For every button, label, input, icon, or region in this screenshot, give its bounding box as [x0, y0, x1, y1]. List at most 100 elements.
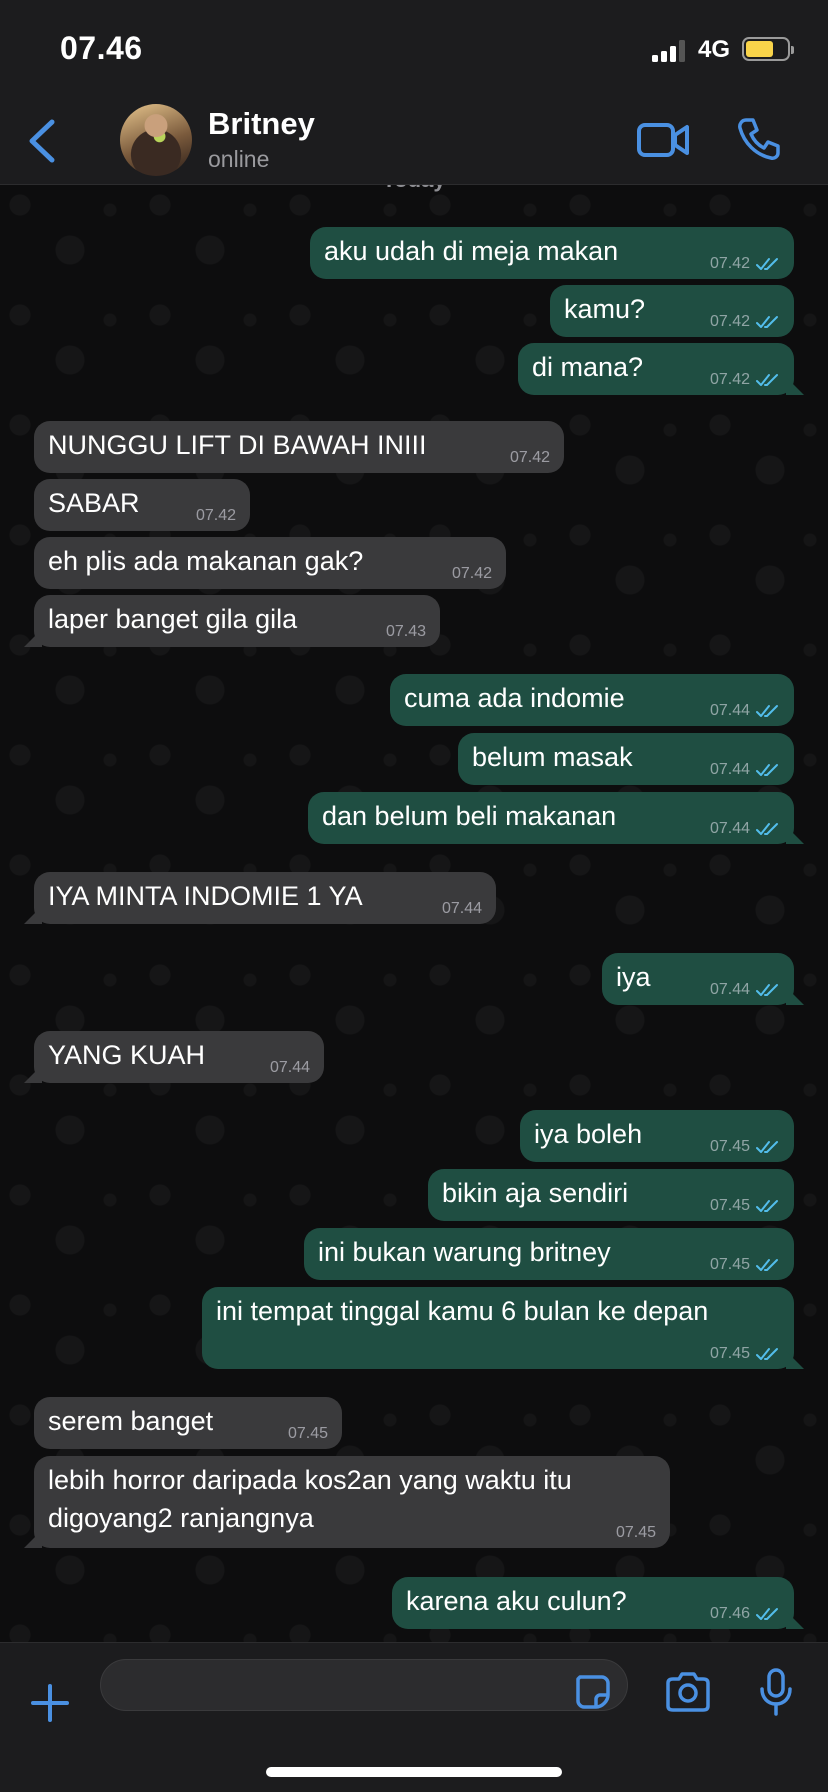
incoming-message[interactable]: lebih horror daripada kos2an yang waktu …	[34, 1456, 670, 1548]
incoming-message[interactable]: SABAR 07.42	[34, 479, 250, 531]
message-time: 07.42	[451, 565, 492, 582]
message-meta: 07.44	[270, 1059, 310, 1077]
message-meta: 07.43	[386, 623, 426, 641]
outgoing-message[interactable]: iya 07.44	[602, 953, 794, 1005]
message-time: 07.43	[385, 623, 426, 640]
double-check-icon	[756, 1141, 778, 1153]
incoming-message[interactable]: IYA MINTA INDOMIE 1 YA 07.44	[34, 872, 496, 924]
message-time: 07.42	[509, 449, 550, 466]
incoming-message[interactable]: YANG KUAH 07.44	[34, 1031, 324, 1083]
double-check-icon	[756, 1608, 778, 1620]
message-text: eh plis ada makanan gak?	[48, 546, 364, 576]
message-meta: 07.45	[710, 1345, 780, 1363]
message-meta: 07.44	[710, 761, 780, 779]
message-meta: 07.45	[710, 1138, 780, 1156]
message-meta: 07.42	[510, 449, 550, 467]
outgoing-message[interactable]: iya boleh 07.45	[520, 1110, 794, 1162]
status-time: 07.46	[60, 30, 143, 66]
message-meta: 07.45	[616, 1524, 656, 1542]
chat-header: Britney online	[0, 100, 828, 185]
camera-icon[interactable]	[664, 1671, 712, 1713]
message-text: IYA MINTA INDOMIE 1 YA	[48, 881, 363, 911]
message-meta: 07.42	[710, 255, 780, 273]
double-check-icon	[756, 823, 778, 835]
outgoing-message[interactable]: belum masak 07.44	[458, 733, 794, 785]
message-meta: 07.44	[442, 900, 482, 918]
plus-icon[interactable]	[30, 1683, 70, 1723]
outgoing-message[interactable]: ini bukan warung britney 07.45	[304, 1228, 794, 1280]
video-camera-icon[interactable]	[636, 120, 690, 160]
message-text: lebih horror daripada kos2an yang waktu …	[48, 1465, 572, 1533]
message-time: 07.44	[441, 900, 482, 917]
incoming-message[interactable]: eh plis ada makanan gak? 07.42	[34, 537, 506, 589]
network-type: 4G	[698, 36, 731, 63]
message-time: 07.42	[709, 371, 750, 388]
message-text: laper banget gila gila	[48, 604, 298, 634]
double-check-icon	[756, 374, 778, 386]
message-time: 07.46	[709, 1605, 750, 1622]
phone-icon[interactable]	[736, 116, 782, 162]
message-text: serem banget	[48, 1406, 214, 1436]
message-time: 07.44	[709, 981, 750, 998]
outgoing-message[interactable]: di mana? 07.42	[518, 343, 794, 395]
message-meta: 07.45	[710, 1197, 780, 1215]
double-check-icon	[756, 316, 778, 328]
avatar[interactable]	[120, 104, 192, 176]
message-text: NUNGGU LIFT DI BAWAH INIII	[48, 430, 427, 460]
message-time: 07.45	[615, 1524, 656, 1541]
chevron-left-icon[interactable]	[22, 118, 62, 164]
message-meta: 07.42	[452, 565, 492, 583]
message-time: 07.42	[195, 507, 236, 524]
message-time: 07.44	[709, 702, 750, 719]
message-time: 07.44	[269, 1059, 310, 1076]
outgoing-message[interactable]: aku udah di meja makan 07.42	[310, 227, 794, 279]
message-meta: 07.42	[196, 507, 236, 525]
message-meta: 07.44	[710, 820, 780, 838]
message-meta: 07.45	[288, 1425, 328, 1443]
signal-strength-icon	[652, 40, 688, 62]
message-time: 07.45	[709, 1256, 750, 1273]
message-time: 07.45	[709, 1345, 750, 1362]
double-check-icon	[756, 984, 778, 996]
message-text: ini tempat tinggal kamu 6 bulan ke depan	[216, 1296, 709, 1326]
status-bar: 07.46 4G	[0, 0, 828, 100]
message-time: 07.44	[709, 820, 750, 837]
input-bar	[0, 1642, 828, 1792]
double-check-icon	[756, 1259, 778, 1271]
chat-area[interactable]: Today aku udah di meja makan07.42 kamu?07…	[0, 185, 828, 1642]
message-time: 07.42	[709, 255, 750, 272]
contact-name[interactable]: Britney	[208, 106, 315, 142]
date-separator: Today	[0, 185, 828, 193]
double-check-icon	[756, 1348, 778, 1360]
contact-status: online	[208, 146, 270, 172]
incoming-message[interactable]: laper banget gila gila 07.43	[34, 595, 440, 647]
message-time: 07.45	[709, 1197, 750, 1214]
outgoing-message[interactable]: dan belum beli makanan 07.44	[308, 792, 794, 844]
message-time: 07.42	[709, 313, 750, 330]
home-indicator	[266, 1767, 562, 1777]
outgoing-message[interactable]: bikin aja sendiri 07.45	[428, 1169, 794, 1221]
double-check-icon	[756, 764, 778, 776]
message-meta: 07.44	[710, 981, 780, 999]
message-time: 07.45	[709, 1138, 750, 1155]
message-time: 07.45	[287, 1425, 328, 1442]
incoming-message[interactable]: serem banget 07.45	[34, 1397, 342, 1449]
double-check-icon	[756, 258, 778, 270]
message-meta: 07.42	[710, 313, 780, 331]
message-time: 07.44	[709, 761, 750, 778]
message-meta: 07.44	[710, 702, 780, 720]
message-meta: 07.42	[710, 371, 780, 389]
outgoing-message[interactable]: kamu? 07.42	[550, 285, 794, 337]
outgoing-message[interactable]: cuma ada indomie 07.44	[390, 674, 794, 726]
message-input[interactable]	[100, 1659, 628, 1711]
microphone-icon[interactable]	[756, 1667, 796, 1717]
double-check-icon	[756, 1200, 778, 1212]
outgoing-message[interactable]: ini tempat tinggal kamu 6 bulan ke depan…	[202, 1287, 794, 1369]
message-meta: 07.45	[710, 1256, 780, 1274]
double-check-icon	[756, 705, 778, 717]
outgoing-message[interactable]: karena aku culun? 07.46	[392, 1577, 794, 1629]
battery-icon	[742, 37, 794, 61]
incoming-message[interactable]: NUNGGU LIFT DI BAWAH INIII 07.42	[34, 421, 564, 473]
sticker-icon[interactable]	[574, 1673, 612, 1711]
message-meta: 07.46	[710, 1605, 780, 1623]
